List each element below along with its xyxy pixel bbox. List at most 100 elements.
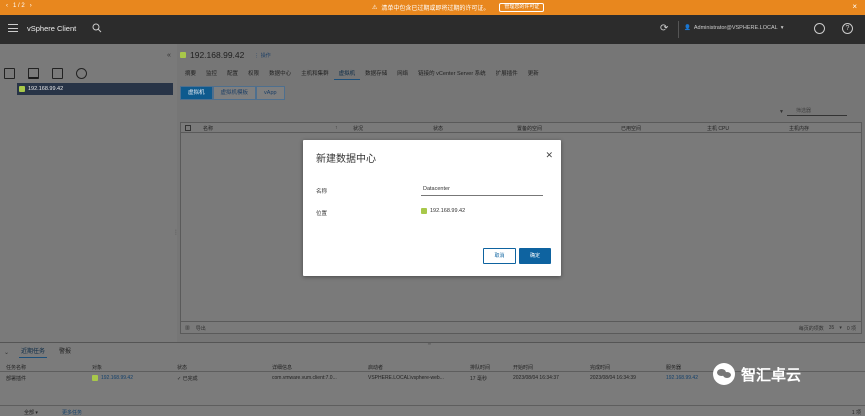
column-provisioned[interactable]: 置备的空间 xyxy=(517,125,542,132)
datagrid-footer: ▥ 导出 每页的项数 35 ▾ 0 项 xyxy=(181,321,861,333)
banner-page-indicator: 1 / 2 xyxy=(13,3,25,9)
column-completion-time[interactable]: 完成时间 xyxy=(590,364,610,371)
subtab-vm-templates[interactable]: 虚拟机模板 xyxy=(212,86,257,100)
tab-vms[interactable]: 虚拟机 xyxy=(333,69,361,80)
column-state[interactable]: 状态 xyxy=(433,125,443,132)
more-tasks-link[interactable]: 更多任务 xyxy=(62,409,82,416)
column-server[interactable]: 服务器 xyxy=(666,364,681,371)
collapse-panel-icon[interactable]: ⌄ xyxy=(4,349,9,356)
tab-recent-tasks[interactable]: 近期任务 xyxy=(19,347,48,358)
tree-item-host[interactable]: 192.168.99.42 xyxy=(17,83,173,95)
networking-icon[interactable] xyxy=(76,68,87,79)
export-label[interactable]: 导出 xyxy=(196,325,206,332)
column-condition[interactable]: 状况 xyxy=(353,125,363,132)
column-status[interactable]: 状态 xyxy=(177,364,187,371)
chevron-down-icon: ▾ xyxy=(780,25,784,31)
tab-permissions[interactable]: 权限 xyxy=(243,69,264,80)
export-control[interactable]: ▥ 导出 xyxy=(185,325,206,332)
column-toggle-icon[interactable]: ▥ xyxy=(185,325,190,332)
tab-datacenters[interactable]: 数据中心 xyxy=(264,69,296,80)
tab-updates[interactable]: 更新 xyxy=(523,69,544,80)
chevron-left-icon[interactable]: ‹ xyxy=(6,3,8,9)
vcenter-icon xyxy=(92,375,98,381)
filter-all-label: 全部 xyxy=(24,410,35,416)
datacenter-name-input[interactable]: Datacenter xyxy=(421,185,543,196)
feedback-icon[interactable] xyxy=(814,23,825,34)
ok-button[interactable]: 确定 xyxy=(519,248,551,264)
column-used[interactable]: 已用空间 xyxy=(621,125,641,132)
task-object-link[interactable]: 192.168.99.42 xyxy=(101,375,133,381)
top-header: vSphere Client ⟳ 👤 Administrator@VSPHERE… xyxy=(0,15,865,44)
filter-all-select[interactable]: 全部 ▾ xyxy=(24,409,38,416)
watermark-text: 智汇卓云 xyxy=(741,366,802,384)
column-task-name[interactable]: 任务名称 xyxy=(6,364,26,371)
navigator-panel: 192.168.99.42 ⋮ xyxy=(0,44,179,342)
vm-subtabs: 虚拟机 虚拟机模板 vApp xyxy=(180,86,285,100)
column-queued[interactable]: 排队时间 xyxy=(470,364,490,371)
tasks-count: 1 项 xyxy=(851,410,861,416)
task-end: 2023/08/04 16:34:39 xyxy=(590,375,636,381)
chevron-down-icon[interactable]: ▾ xyxy=(839,325,842,332)
actions-menu[interactable]: ⋮ 操作 xyxy=(254,52,270,59)
close-icon[interactable]: × xyxy=(852,2,857,11)
tab-configure[interactable]: 配置 xyxy=(222,69,243,80)
filter-control: ▼ 筛选器 xyxy=(779,107,847,116)
search-icon[interactable] xyxy=(92,23,102,33)
items-count: 0 项 xyxy=(846,326,856,332)
bottom-tabs: ⌄ 近期任务 警报 xyxy=(4,347,73,358)
task-name: 部署插件 xyxy=(6,376,27,382)
tab-hosts-clusters[interactable]: 主机和集群 xyxy=(296,69,334,80)
collapse-icon[interactable]: « xyxy=(167,52,171,59)
task-start: 2023/08/04 16:34:37 xyxy=(513,375,559,381)
select-all-checkbox[interactable] xyxy=(185,125,191,133)
banner-pager: ‹ 1 / 2 › xyxy=(6,3,32,9)
page-title-text: 192.168.99.42 xyxy=(190,50,245,60)
tab-networks[interactable]: 网络 xyxy=(392,69,413,80)
sort-icon[interactable]: ↑ xyxy=(335,125,338,131)
tree-item-label: 192.168.99.42 xyxy=(28,86,64,92)
app-name: vSphere Client xyxy=(27,24,77,33)
user-menu[interactable]: 👤 Administrator@VSPHERE.LOCAL ▾ xyxy=(684,25,783,31)
column-start-time[interactable]: 开始时间 xyxy=(513,364,533,371)
name-label: 名称 xyxy=(316,189,328,195)
banner-message-group: ⚠ 清单中包含已过期或即将过期的许可证。 管理您的许可证 xyxy=(372,3,545,12)
manage-licenses-button[interactable]: 管理您的许可证 xyxy=(499,3,545,12)
help-icon[interactable]: ? xyxy=(842,23,853,34)
cancel-button[interactable]: 取消 xyxy=(483,248,516,264)
vms-templates-icon[interactable] xyxy=(28,68,39,79)
task-object[interactable]: 192.168.99.42 xyxy=(92,375,133,381)
refresh-icon[interactable]: ⟳ xyxy=(660,23,668,34)
column-initiator[interactable]: 启动者 xyxy=(368,364,383,371)
new-datacenter-dialog: 新建数据中心 ✕ 名称 Datacenter 位置 192.168.99.42 … xyxy=(303,140,561,276)
close-icon[interactable]: ✕ xyxy=(545,150,553,161)
task-status-text: 已完成 xyxy=(182,376,198,382)
tab-alarms[interactable]: 警报 xyxy=(57,347,73,358)
column-host-memory[interactable]: 主机内存 xyxy=(789,125,809,132)
tab-monitor[interactable]: 监控 xyxy=(201,69,222,80)
filter-input[interactable]: 筛选器 xyxy=(786,107,847,116)
watermark: 智汇卓云 xyxy=(713,363,801,385)
per-page-select[interactable]: 35 xyxy=(829,325,835,332)
banner-message: 清单中包含已过期或即将过期的许可证。 xyxy=(381,6,490,12)
tab-extensions[interactable]: 扩展插件 xyxy=(491,69,523,80)
resize-handle[interactable]: ═ xyxy=(428,341,431,346)
tab-linked-vcenter[interactable]: 链接的 vCenter Server 系统 xyxy=(413,69,491,80)
task-details: com.vmware.vum.client:7.0... xyxy=(272,375,337,381)
chevron-right-icon[interactable]: › xyxy=(30,3,32,9)
hosts-clusters-icon[interactable] xyxy=(4,68,15,79)
subtab-vms[interactable]: 虚拟机 xyxy=(180,86,213,100)
task-server[interactable]: 192.168.99.42 xyxy=(666,375,698,381)
tasks-footer: 全部 ▾ 更多任务 1 项 xyxy=(0,405,865,416)
menu-icon[interactable] xyxy=(8,24,18,32)
storage-icon[interactable] xyxy=(52,68,63,79)
pagination: 每页的项数 35 ▾ 0 项 xyxy=(799,325,856,332)
tab-datastores[interactable]: 数据存储 xyxy=(360,69,392,80)
column-details[interactable]: 详细信息 xyxy=(272,364,292,371)
column-host-cpu[interactable]: 主机 CPU xyxy=(707,125,729,132)
column-name[interactable]: 名称 xyxy=(203,125,213,132)
task-status: ✓ 已完成 xyxy=(177,375,198,382)
column-object[interactable]: 对象 xyxy=(92,364,102,371)
tab-summary[interactable]: 摘要 xyxy=(180,69,201,80)
user-icon: 👤 xyxy=(684,25,691,31)
subtab-vapp[interactable]: vApp xyxy=(256,86,285,100)
